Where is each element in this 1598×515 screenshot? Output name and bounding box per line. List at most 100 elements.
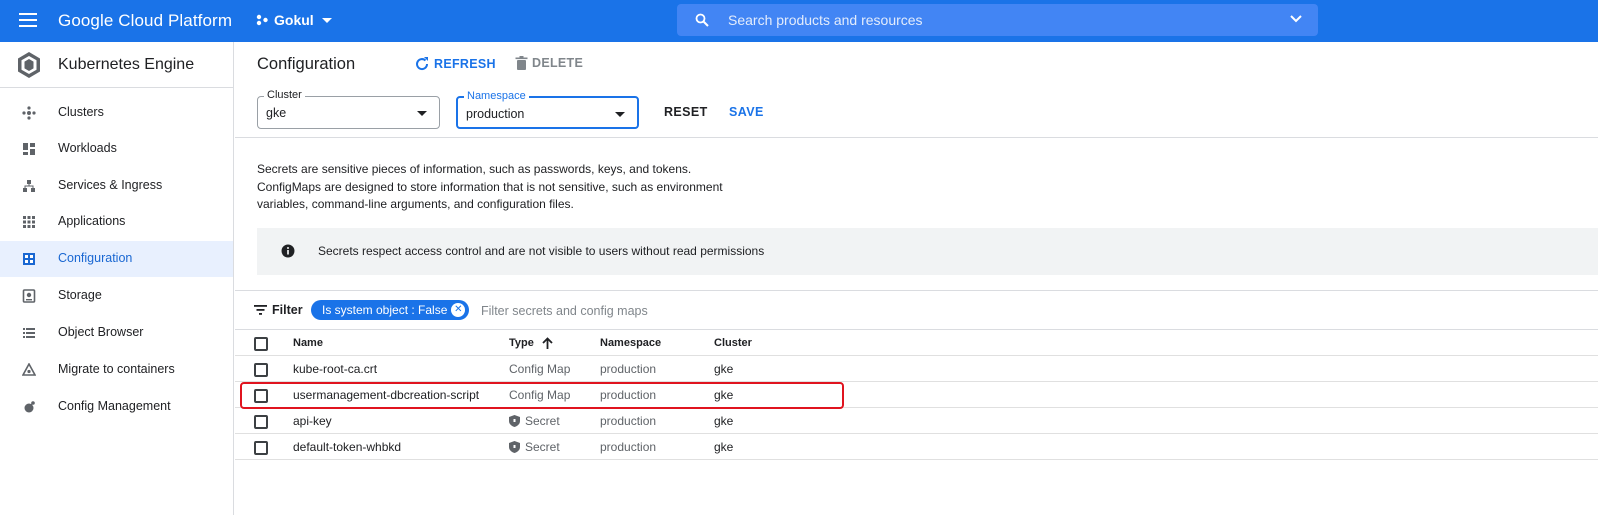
- divider: [235, 290, 1598, 291]
- cluster-select-value: gke: [266, 106, 287, 120]
- sidebar-item-services-ingress[interactable]: Services & Ingress: [0, 168, 233, 204]
- table-row: kube-root-ca.crt Config Map production g…: [235, 356, 1598, 382]
- dropdown-arrow-icon: [417, 111, 427, 116]
- cluster-select[interactable]: Cluster gke: [257, 89, 440, 129]
- row-name[interactable]: usermanagement-dbcreation-script: [293, 388, 479, 402]
- row-cluster[interactable]: gke: [714, 388, 733, 402]
- column-header-type-label: Type: [509, 337, 534, 349]
- row-cluster[interactable]: gke: [714, 440, 733, 454]
- sidebar-item-label: Configuration: [58, 251, 133, 265]
- shield-icon: [509, 441, 520, 453]
- brand-title[interactable]: Google Cloud Platform: [58, 11, 232, 31]
- description-text: Secrets are sensitive pieces of informat…: [257, 161, 757, 214]
- row-cluster[interactable]: gke: [714, 414, 733, 428]
- namespace-select-label: Namespace: [464, 90, 529, 102]
- row-type: Config Map: [509, 388, 570, 402]
- configuration-icon: [23, 253, 35, 265]
- sidebar-item-config-management[interactable]: Config Management: [0, 389, 233, 425]
- row-namespace: production: [600, 362, 657, 376]
- project-selector[interactable]: Gokul: [256, 12, 332, 28]
- storage-icon: [22, 289, 36, 303]
- page-title: Configuration: [257, 55, 356, 73]
- column-header-type[interactable]: Type: [509, 337, 558, 349]
- row-type: Secret: [509, 440, 560, 454]
- sidebar-item-object-browser[interactable]: Object Browser: [0, 315, 233, 351]
- row-type-label: Config Map: [509, 388, 571, 402]
- reset-button[interactable]: RESET: [664, 105, 708, 119]
- row-checkbox[interactable]: [254, 415, 268, 429]
- dropdown-arrow-icon: [615, 112, 625, 117]
- config-management-icon: [24, 401, 35, 413]
- table-row: api-key Secret production gke: [235, 408, 1598, 434]
- trash-icon: [515, 56, 528, 70]
- sidebar-item-workloads[interactable]: Workloads: [0, 131, 233, 167]
- row-namespace: production: [600, 440, 657, 454]
- save-button[interactable]: SAVE: [729, 105, 764, 119]
- filter-label: Filter: [272, 303, 303, 317]
- row-namespace: production: [600, 388, 657, 402]
- row-checkbox[interactable]: [254, 441, 268, 455]
- sidebar-item-label: Storage: [58, 288, 102, 302]
- row-type: Config Map: [509, 362, 570, 376]
- workloads-icon: [23, 143, 35, 155]
- search-placeholder: Search products and resources: [728, 12, 923, 28]
- description-line: ConfigMaps are designed to store informa…: [257, 179, 723, 194]
- select-all-checkbox[interactable]: [254, 337, 268, 351]
- description-line: Secrets are sensitive pieces of informat…: [257, 162, 692, 176]
- search-bar[interactable]: Search products and resources: [677, 4, 1318, 36]
- migrate-icon: [22, 363, 36, 376]
- main-menu-icon[interactable]: [19, 13, 37, 27]
- sidebar-item-label: Applications: [58, 214, 126, 228]
- kubernetes-engine-icon: [18, 52, 40, 78]
- services-icon: [23, 180, 35, 192]
- info-banner-text: Secrets respect access control and are n…: [318, 244, 765, 258]
- table-row: usermanagement-dbcreation-script Config …: [235, 382, 1598, 408]
- refresh-icon: [416, 57, 429, 71]
- row-name[interactable]: kube-root-ca.crt: [293, 362, 377, 376]
- close-icon[interactable]: ✕: [451, 303, 466, 317]
- sort-ascending-icon[interactable]: [542, 337, 553, 349]
- column-header-namespace[interactable]: Namespace: [600, 337, 661, 349]
- delete-button[interactable]: DELETE: [515, 56, 583, 70]
- info-banner: Secrets respect access control and are n…: [257, 228, 1598, 275]
- refresh-label: REFRESH: [434, 57, 496, 71]
- row-checkbox[interactable]: [254, 363, 268, 377]
- filter-chip-label: Is system object : False: [322, 303, 448, 317]
- row-name[interactable]: api-key: [293, 414, 332, 428]
- chevron-down-icon: [321, 17, 332, 23]
- sidebar-item-applications[interactable]: Applications: [0, 204, 233, 240]
- row-type: Secret: [509, 414, 560, 428]
- project-icon: [256, 14, 268, 26]
- namespace-select[interactable]: Namespace production: [456, 90, 639, 129]
- info-icon: [281, 244, 295, 258]
- row-namespace: production: [600, 414, 657, 428]
- row-type-label: Secret: [525, 414, 560, 428]
- column-header-cluster[interactable]: Cluster: [714, 337, 752, 349]
- sidebar-item-clusters[interactable]: Clusters: [0, 95, 233, 131]
- column-header-name[interactable]: Name: [293, 337, 323, 349]
- main-content: Configuration REFRESH DELETE Cluster gke…: [235, 42, 1598, 515]
- search-icon: [695, 13, 709, 27]
- row-checkbox[interactable]: [254, 389, 268, 403]
- filter-chip[interactable]: Is system object : False ✕: [311, 300, 470, 320]
- table-row: default-token-whbkd Secret production gk…: [235, 434, 1598, 460]
- sidebar-item-label: Object Browser: [58, 325, 144, 339]
- sidebar-item-migrate-to-containers[interactable]: Migrate to containers: [0, 352, 233, 388]
- table-header-row: Name Type Namespace Cluster: [235, 329, 1598, 356]
- sidebar-header: Kubernetes Engine: [0, 42, 233, 88]
- chevron-down-icon[interactable]: [1290, 15, 1302, 23]
- row-type-label: Secret: [525, 440, 560, 454]
- sidebar-item-configuration[interactable]: Configuration: [0, 241, 233, 277]
- clusters-icon: [22, 106, 36, 120]
- namespace-select-value: production: [466, 107, 525, 121]
- top-app-bar: Google Cloud Platform Gokul Search produ…: [0, 0, 1598, 42]
- filter-input[interactable]: Filter secrets and config maps: [481, 304, 648, 318]
- sidebar-item-storage[interactable]: Storage: [0, 278, 233, 314]
- filter-toolbar: Filter Is system object : False ✕ Filter…: [235, 292, 1598, 328]
- sidebar-item-label: Config Management: [58, 399, 171, 413]
- row-name[interactable]: default-token-whbkd: [293, 440, 401, 454]
- refresh-button[interactable]: REFRESH: [414, 56, 496, 72]
- row-cluster[interactable]: gke: [714, 362, 733, 376]
- filter-button[interactable]: Filter: [254, 303, 303, 317]
- sidebar-item-label: Workloads: [58, 141, 117, 155]
